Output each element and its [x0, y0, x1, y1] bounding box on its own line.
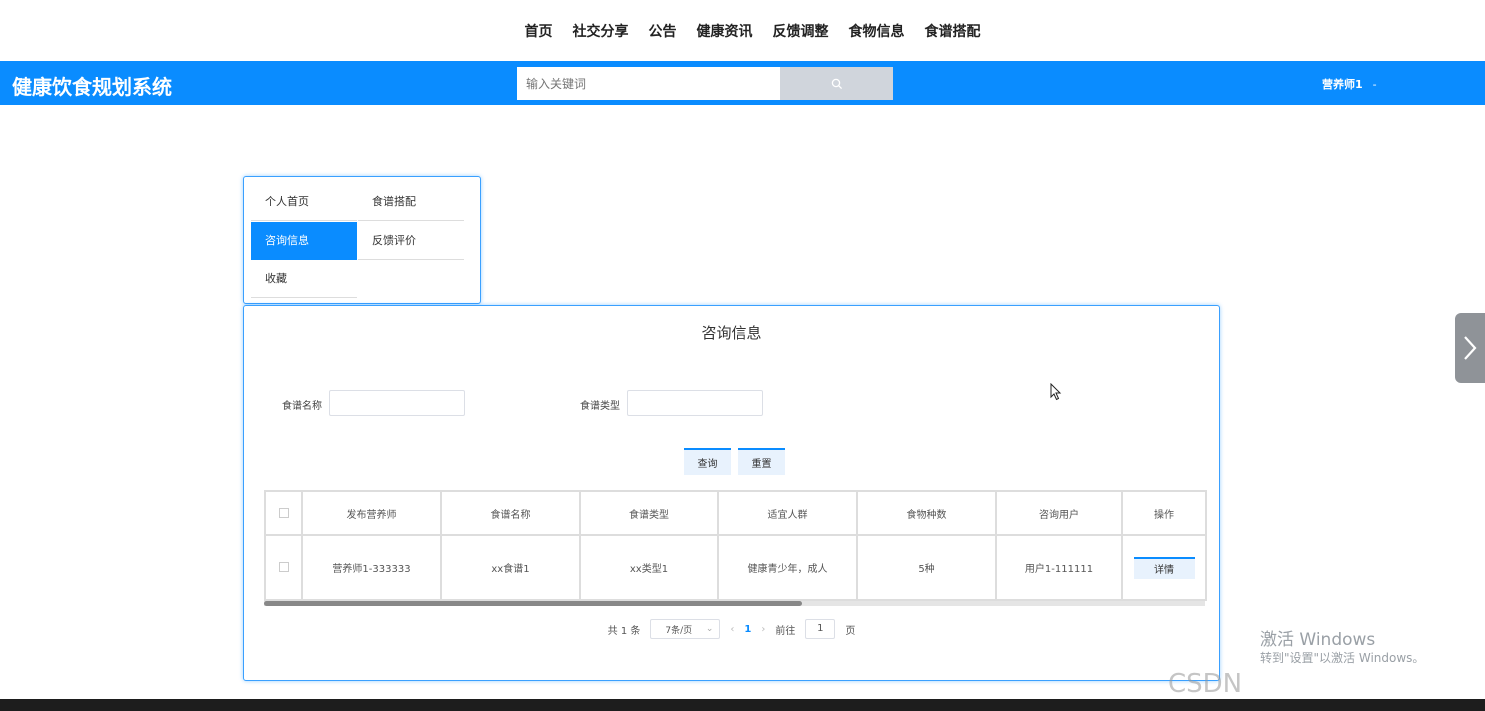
page-size-select[interactable]: 7条/页 ⌄: [650, 619, 721, 639]
recipe-type-input[interactable]: [627, 390, 763, 416]
total-count: 共 1 条: [607, 625, 641, 637]
table-cell: xx食谱1: [440, 534, 581, 601]
caret-icon: -: [1372, 78, 1377, 91]
column-header: 食物种数: [856, 490, 997, 536]
nav-social-share[interactable]: 社交分享: [573, 21, 629, 41]
user-name: 营养师1: [1322, 78, 1363, 91]
select-all-cell: [264, 490, 303, 536]
table-cell: 营养师1-333333: [301, 534, 442, 601]
table-cell: xx类型1: [579, 534, 719, 601]
detail-button[interactable]: 详情: [1133, 556, 1195, 579]
column-header: 咨询用户: [995, 490, 1123, 536]
mouse-cursor-icon: [1050, 383, 1062, 401]
top-nav: 首页 社交分享 公告 健康资讯 反馈调整 食物信息 食谱搭配: [0, 0, 1485, 61]
pagination: 共 1 条 7条/页 ⌄ ‹ 1 › 前往 1 页: [244, 619, 1219, 639]
current-page[interactable]: 1: [744, 624, 751, 635]
windows-activation-title: 激活 Windows: [1260, 630, 1376, 650]
recipe-name-input[interactable]: [329, 390, 465, 416]
user-center-menu: 个人首页 食谱搭配 咨询信息 反馈评价 收藏: [243, 176, 481, 304]
nav-announcement[interactable]: 公告: [649, 21, 677, 41]
column-header: 操作: [1121, 490, 1207, 536]
chevron-right-icon: [1464, 336, 1477, 360]
table-cell: 5种: [856, 534, 997, 601]
menu-item-consult-info[interactable]: 咨询信息: [251, 222, 357, 260]
header-bar: 健康饮食规划系统 营养师1-: [0, 61, 1485, 105]
nav-health-news[interactable]: 健康资讯: [697, 21, 753, 41]
search-button[interactable]: [780, 67, 893, 100]
prev-page-icon[interactable]: ‹: [730, 624, 734, 635]
nav-feedback[interactable]: 反馈调整: [773, 21, 829, 41]
page-size-value: 7条/页: [665, 625, 693, 636]
column-header: 发布营养师: [301, 490, 442, 536]
side-expand-button[interactable]: [1455, 313, 1485, 383]
reset-button[interactable]: 重置: [738, 448, 785, 475]
chevron-down-icon: ⌄: [705, 624, 714, 634]
nav-home[interactable]: 首页: [525, 21, 553, 41]
table-row: 营养师1-333333 xx食谱1 xx类型1 健康青少年，成人 5种 用户1-…: [264, 534, 1207, 601]
table-cell: 用户1-111111: [995, 534, 1123, 601]
scrollbar-thumb[interactable]: [264, 601, 802, 606]
search-input[interactable]: [517, 67, 780, 100]
menu-item-favorites[interactable]: 收藏: [251, 260, 357, 298]
windows-activation-hint: 转到"设置"以激活 Windows。: [1260, 651, 1425, 665]
nav-recipe[interactable]: 食谱搭配: [925, 21, 981, 41]
footer-bar: [0, 699, 1485, 711]
search-icon: [831, 78, 842, 89]
recipe-type-label: 食谱类型: [580, 401, 620, 412]
select-all-checkbox[interactable]: [278, 507, 289, 518]
page-title: 咨询信息: [701, 324, 762, 342]
column-header: 食谱名称: [440, 490, 581, 536]
page-suffix: 页: [845, 625, 856, 637]
site-title: 健康饮食规划系统: [12, 75, 172, 99]
menu-item-recipe[interactable]: 食谱搭配: [358, 183, 464, 221]
menu-item-feedback[interactable]: 反馈评价: [358, 222, 464, 260]
horizontal-scrollbar[interactable]: [264, 601, 1205, 606]
next-page-icon[interactable]: ›: [761, 624, 765, 635]
action-cell: 详情: [1121, 534, 1207, 601]
recipe-name-label: 食谱名称: [282, 401, 322, 412]
goto-label: 前往: [775, 625, 796, 637]
menu-item-profile[interactable]: 个人首页: [251, 183, 357, 221]
user-menu[interactable]: 营养师1-: [1322, 76, 1377, 92]
consult-table: 发布营养师 食谱名称 食谱类型 适宜人群 食物种数 咨询用户 操作 营养师1-3…: [264, 490, 1207, 601]
row-checkbox[interactable]: [278, 562, 289, 572]
nav-food-info[interactable]: 食物信息: [849, 21, 905, 41]
consult-panel: 咨询信息 食谱名称 食谱类型 查询 重置 发布营养师 食谱名称 食谱类型 适宜人…: [243, 305, 1220, 681]
column-header: 适宜人群: [717, 490, 858, 536]
table-cell: 健康青少年，成人: [717, 534, 858, 601]
column-header: 食谱类型: [579, 490, 719, 536]
row-select-cell: [264, 534, 303, 601]
query-button[interactable]: 查询: [684, 448, 731, 475]
goto-page-input[interactable]: 1: [805, 619, 836, 639]
table-header-row: 发布营养师 食谱名称 食谱类型 适宜人群 食物种数 咨询用户 操作: [264, 490, 1207, 536]
